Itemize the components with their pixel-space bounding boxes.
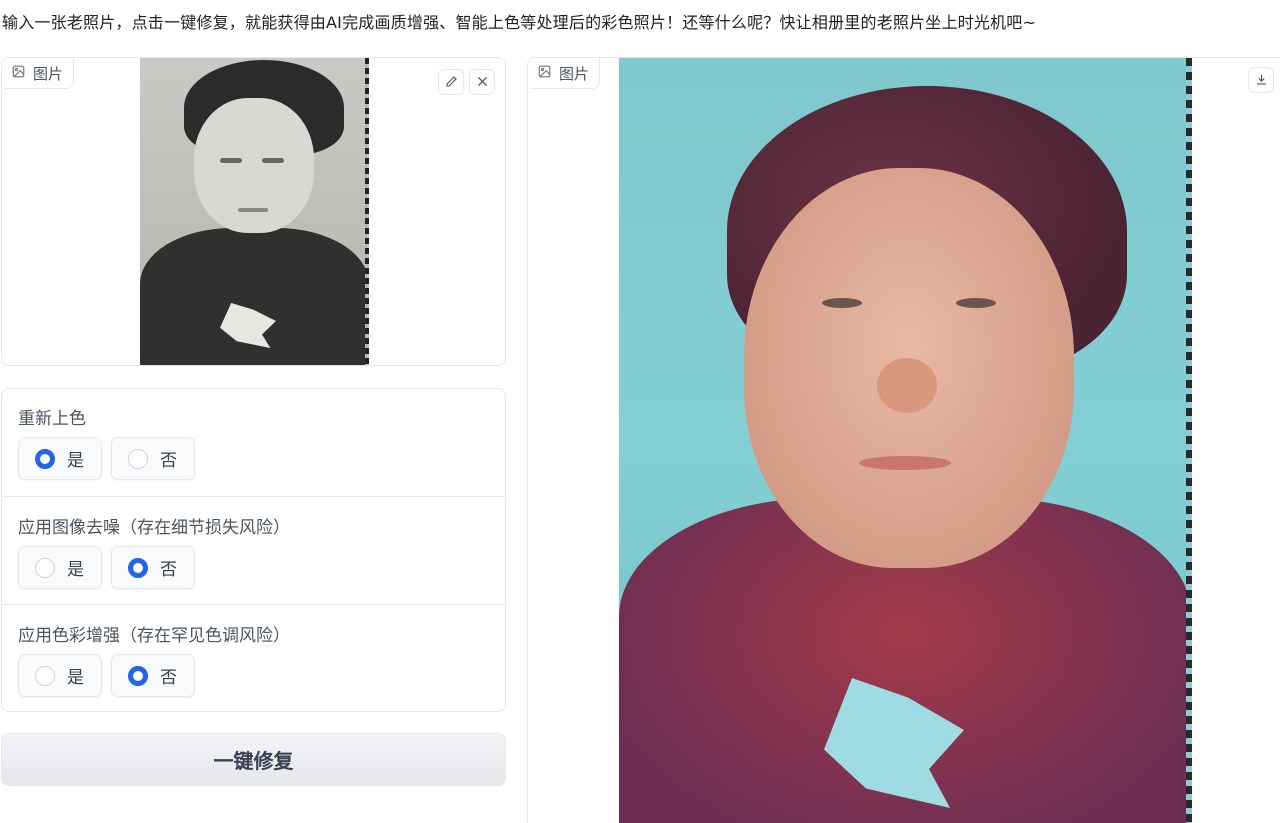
output-image-label: 图片	[530, 58, 601, 89]
radio-enhance-no[interactable]: 否	[111, 654, 195, 697]
input-image-label: 图片	[4, 58, 75, 89]
input-image-panel[interactable]: 图片	[1, 57, 506, 366]
option-title: 应用图像去噪（存在细节损失风险）	[18, 518, 290, 538]
radio-dot	[35, 665, 55, 686]
radio-dot	[128, 557, 148, 578]
clear-image-button[interactable]	[469, 69, 495, 95]
radio-label: 否	[160, 560, 177, 580]
radio-dot	[35, 448, 55, 469]
options-panel: 重新上色 是 否 应用图像去噪（存在细节损失风险） 是 否 应用色彩增强（存在罕…	[1, 388, 506, 712]
restore-button[interactable]: 一键修复	[1, 733, 506, 786]
pencil-icon	[445, 73, 458, 92]
radio-label: 否	[160, 451, 177, 471]
option-denoise: 应用图像去噪（存在细节损失风险） 是 否	[2, 496, 505, 604]
option-title: 应用色彩增强（存在罕见色调风险）	[18, 626, 290, 646]
output-colorized-photo	[619, 58, 1192, 823]
option-color-enhance: 应用色彩增强（存在罕见色调风险） 是 否	[2, 604, 505, 711]
input-old-photo	[140, 58, 369, 365]
download-button[interactable]	[1248, 67, 1274, 93]
image-icon	[538, 64, 551, 82]
radio-label: 否	[160, 668, 177, 688]
radio-label: 是	[67, 560, 84, 580]
download-icon	[1255, 71, 1268, 90]
option-recolor: 重新上色 是 否	[2, 389, 505, 497]
radio-denoise-yes[interactable]: 是	[18, 546, 102, 589]
radio-recolor-yes[interactable]: 是	[18, 437, 102, 480]
close-icon	[476, 73, 489, 92]
radio-dot	[128, 665, 148, 686]
edit-image-button[interactable]	[438, 69, 464, 95]
radio-dot	[128, 448, 148, 469]
option-title: 重新上色	[18, 409, 86, 429]
output-image-panel: 图片	[527, 57, 1280, 823]
radio-label: 是	[67, 668, 84, 688]
radio-dot	[35, 557, 55, 578]
app-description: 输入一张老照片，点击一键修复，就能获得由AI完成画质增强、智能上色等处理后的彩色…	[2, 13, 1037, 32]
radio-denoise-no[interactable]: 否	[111, 546, 195, 589]
radio-label: 是	[67, 451, 84, 471]
radio-enhance-yes[interactable]: 是	[18, 654, 102, 697]
output-image-label-text: 图片	[559, 64, 590, 83]
image-icon	[12, 64, 25, 82]
radio-recolor-no[interactable]: 否	[111, 437, 195, 480]
input-image-label-text: 图片	[33, 64, 64, 83]
